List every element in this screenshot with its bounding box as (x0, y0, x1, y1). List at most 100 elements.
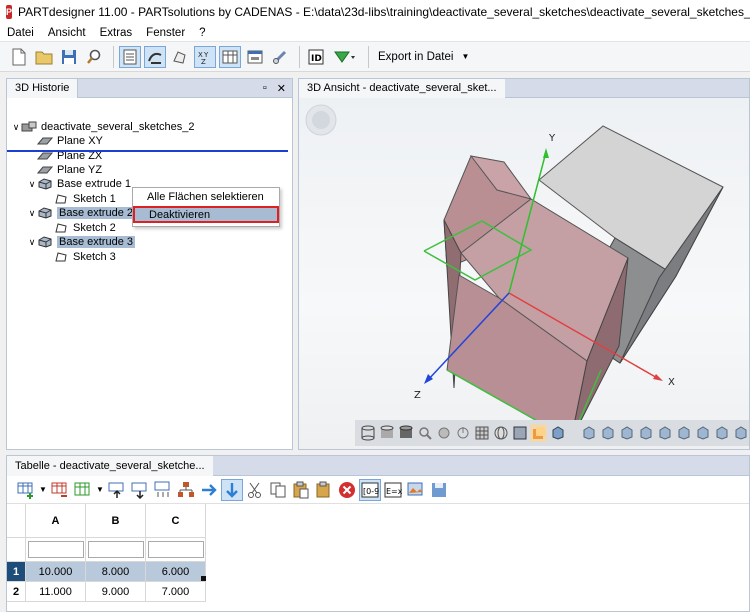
rotate-button[interactable] (454, 424, 471, 442)
sketch-button[interactable] (169, 46, 191, 68)
table-green-button[interactable] (72, 479, 94, 501)
view-iso-button[interactable] (549, 424, 566, 442)
view-top-button[interactable] (656, 424, 673, 442)
search-button[interactable] (83, 46, 105, 68)
arrow-right-button[interactable] (198, 479, 220, 501)
render-button[interactable] (530, 424, 547, 442)
view-left-button[interactable] (618, 424, 635, 442)
chevron-down-icon[interactable]: ∨ (27, 208, 37, 219)
tree-item[interactable]: ∨ Base extrude 3 (27, 235, 135, 249)
tree-item[interactable]: ∨ deactivate_several_sketches_2 (11, 120, 195, 134)
tree-table-button[interactable] (152, 479, 174, 501)
filter-input-c[interactable] (147, 541, 204, 558)
range-button[interactable]: [0-9] (359, 478, 381, 501)
cut-button[interactable] (244, 479, 266, 501)
id-button[interactable]: ID (305, 46, 327, 68)
3d-view-button[interactable] (144, 45, 166, 68)
dropdown-caret[interactable]: ▼ (95, 479, 105, 501)
maximize-icon[interactable]: ▫ (263, 82, 267, 94)
row-header-1[interactable]: 1 (7, 562, 26, 582)
menu-fenster[interactable]: Fenster (139, 27, 192, 39)
zoom-button[interactable] (416, 424, 433, 442)
view-back-button[interactable] (599, 424, 616, 442)
view-bottom-button[interactable] (675, 424, 692, 442)
sphere-button[interactable] (492, 424, 509, 442)
shaded-button[interactable] (511, 424, 528, 442)
cell-fill-handle[interactable] (201, 576, 206, 581)
add-row-button[interactable] (15, 479, 37, 501)
view-cylinder-solid-button[interactable] (397, 424, 414, 442)
move-up-button[interactable] (106, 479, 128, 501)
table-cell-1-a[interactable]: 10.000 (26, 562, 86, 582)
view-front-button[interactable] (580, 424, 597, 442)
tree-table-icon (154, 481, 170, 497)
close-icon[interactable]: ✕ (277, 82, 286, 95)
filter-input-b[interactable] (87, 541, 144, 558)
menu-datei[interactable]: Datei (0, 27, 41, 39)
zoom-fit-button[interactable] (435, 424, 452, 442)
menu-extras[interactable]: Extras (93, 27, 140, 39)
column-header-c[interactable]: C (146, 504, 206, 538)
menu-ansicht[interactable]: Ansicht (41, 27, 93, 39)
chevron-down-icon[interactable]: ∨ (27, 237, 37, 248)
view-iso2-button[interactable] (694, 424, 711, 442)
move-down-button[interactable] (129, 479, 151, 501)
view-cylinder-shaded-button[interactable] (378, 424, 395, 442)
filter-input-a[interactable] (27, 541, 84, 558)
paste-special-button[interactable] (313, 479, 335, 501)
xyz-coordinates-button[interactable]: XYZ (194, 45, 216, 68)
paste-button[interactable] (290, 479, 312, 501)
window-icon (247, 50, 263, 63)
view-right-button[interactable] (637, 424, 654, 442)
view-iso4-button[interactable] (732, 424, 749, 442)
dropdown-caret[interactable]: ▼ (38, 479, 48, 501)
table-view-button[interactable] (219, 45, 241, 68)
new-file-button[interactable] (8, 46, 30, 68)
table-cell-2-c[interactable]: 7.000 (146, 582, 206, 602)
tab-table[interactable]: Tabelle - deactivate_several_sketche... (7, 455, 213, 476)
menu-help[interactable]: ? (192, 27, 212, 39)
view-cylinder-button[interactable] (359, 424, 376, 442)
arrow-down-button[interactable] (221, 478, 243, 501)
table-cell-1-b[interactable]: 8.000 (86, 562, 146, 582)
wireframe-button[interactable] (473, 424, 490, 442)
attach-button[interactable] (269, 46, 291, 68)
tree-item[interactable]: Sketch 1 (43, 192, 116, 206)
import-button[interactable] (405, 479, 427, 501)
tree-item[interactable]: ∨ Base extrude 2 (27, 206, 135, 220)
window-button[interactable] (244, 46, 266, 68)
chevron-down-icon[interactable]: ∨ (27, 179, 37, 190)
tree-item[interactable]: Plane YZ (27, 163, 102, 177)
chevron-down-icon[interactable]: ∨ (11, 122, 21, 133)
3d-viewport[interactable]: Y X Z (299, 98, 749, 449)
menu-item-select-all-faces[interactable]: Alle Flächen selektieren (133, 188, 279, 205)
save-table-button[interactable] (428, 479, 450, 501)
copy-button[interactable] (267, 479, 289, 501)
history-view-button[interactable] (119, 45, 141, 68)
column-header-a[interactable]: A (26, 504, 86, 538)
formula-button[interactable]: E=x (382, 479, 404, 501)
view-iso3-button[interactable] (713, 424, 730, 442)
column-header-b[interactable]: B (86, 504, 146, 538)
save-button[interactable] (58, 46, 80, 68)
hierarchy-button[interactable] (175, 479, 197, 501)
tree-item[interactable]: Plane XY (27, 134, 103, 148)
menu-item-deactivate[interactable]: Deaktivieren (133, 206, 279, 223)
tree-item[interactable]: ∨ Base extrude 1 (27, 177, 131, 191)
open-file-button[interactable] (33, 46, 55, 68)
x-axis-arrow (653, 374, 663, 381)
tab-3d-view[interactable]: 3D Ansicht - deactivate_several_sket... (299, 78, 505, 98)
table-cell-2-b[interactable]: 9.000 (86, 582, 146, 602)
tab-3d-history[interactable]: 3D Historie (7, 78, 79, 98)
tree-item[interactable]: Sketch 2 (43, 221, 116, 235)
delete-row-button[interactable] (49, 479, 71, 501)
table-cell-1-c[interactable]: 6.000 (146, 562, 206, 582)
delete-button[interactable] (336, 479, 358, 501)
export-dropdown[interactable]: Export in Datei ▼ (378, 51, 469, 63)
row-header-2[interactable]: 2 (7, 582, 26, 602)
tree-item[interactable]: Sketch 3 (43, 250, 116, 264)
export-filter-button[interactable] (330, 46, 360, 68)
table-cell-2-a[interactable]: 11.000 (26, 582, 86, 602)
tree-item-label: Base extrude 3 (57, 236, 135, 248)
link-icon (273, 50, 287, 64)
